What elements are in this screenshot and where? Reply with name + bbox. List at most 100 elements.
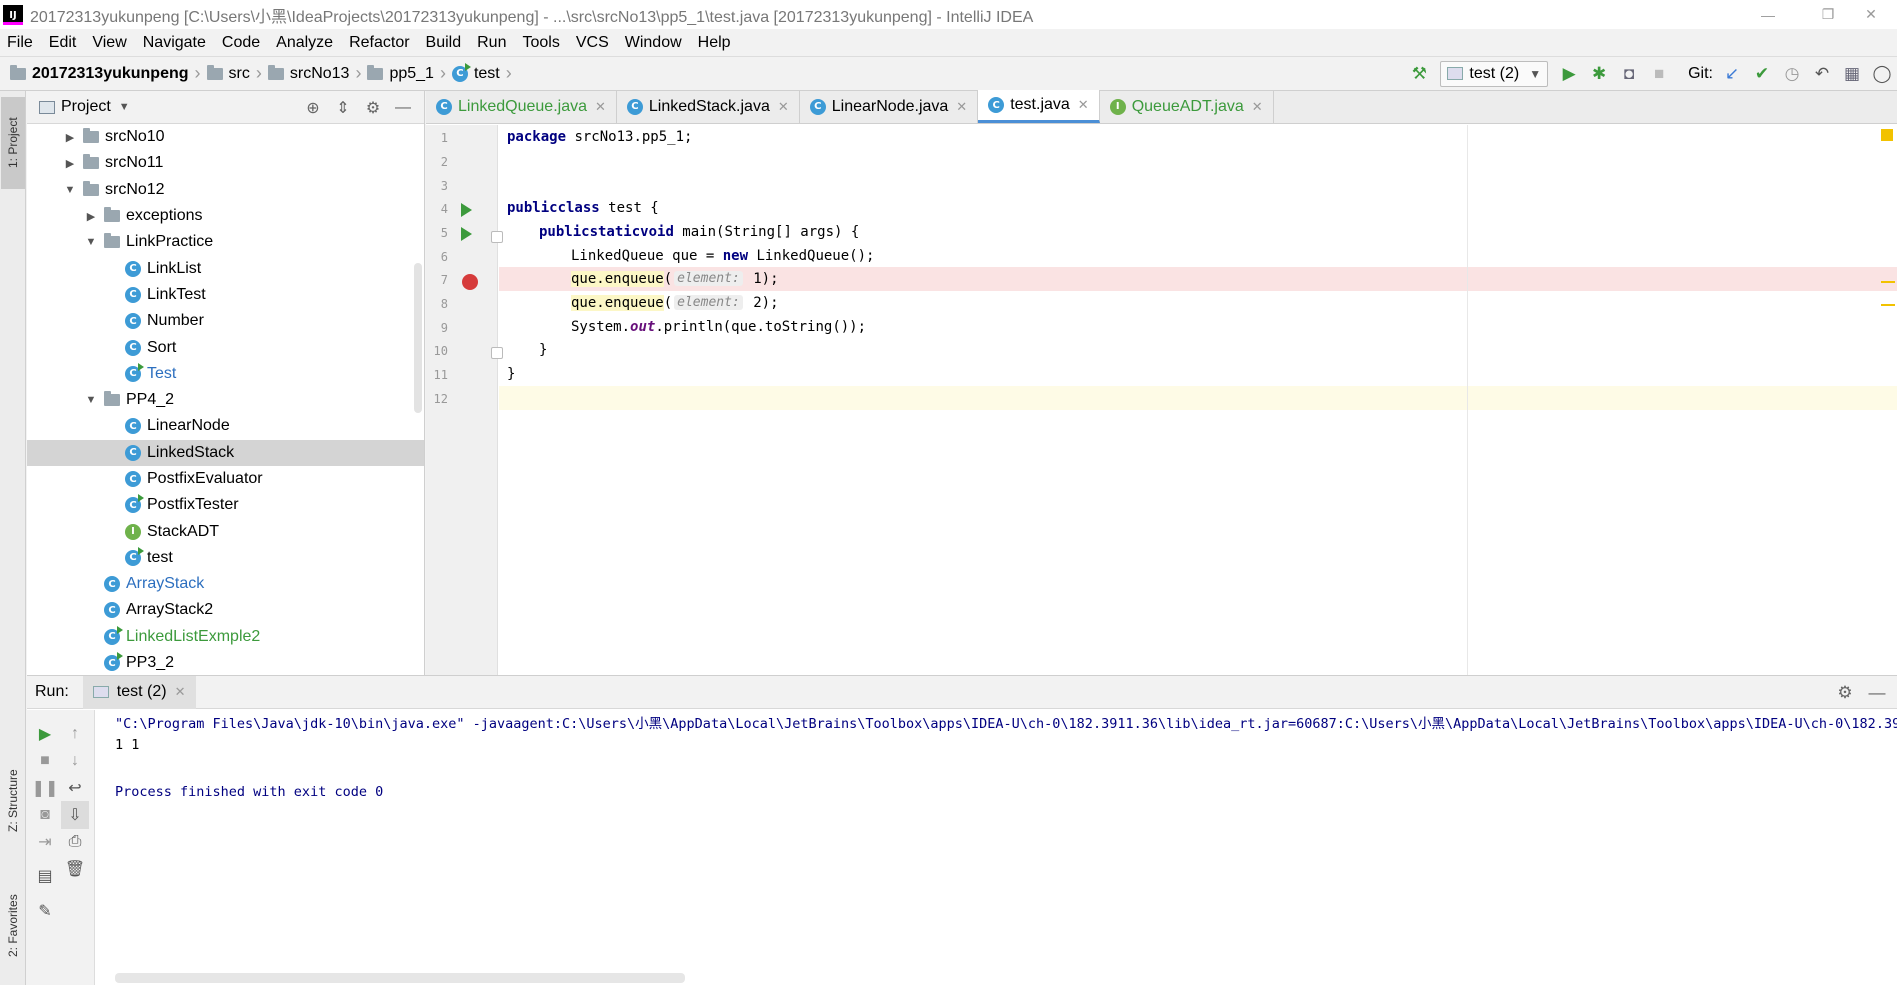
tree-item-sort[interactable]: C Sort xyxy=(27,334,424,360)
tree-item-srcno11[interactable]: ▶ srcNo11 xyxy=(27,150,424,176)
gear-icon[interactable]: ⚙ xyxy=(1829,683,1861,703)
exit-icon[interactable]: ⇥ xyxy=(31,828,59,856)
project-panel-title[interactable]: Project xyxy=(61,98,111,116)
editor-tab-test-java[interactable]: Ctest.java ✕ xyxy=(978,90,1100,123)
close-icon[interactable]: ✕ xyxy=(595,99,606,115)
debug-bug-icon[interactable]: ✱ xyxy=(1584,59,1614,89)
tree-item-postfixevaluator[interactable]: C PostfixEvaluator xyxy=(27,466,424,492)
menu-refactor[interactable]: Refactor xyxy=(341,34,417,52)
project-structure-icon[interactable]: ▦ xyxy=(1837,59,1867,89)
collapse-all-icon[interactable]: ⇕ xyxy=(328,98,358,118)
menu-vcs[interactable]: VCS xyxy=(568,34,617,52)
git-commit-icon[interactable]: ✔ xyxy=(1747,59,1777,89)
locate-file-icon[interactable]: ⊕ xyxy=(298,98,328,118)
breadcrumb-test[interactable]: C test xyxy=(448,62,504,83)
chevron-right-icon[interactable]: ▶ xyxy=(61,131,79,144)
chevron-down-icon[interactable]: ▼ xyxy=(82,236,100,248)
close-icon[interactable]: ✕ xyxy=(175,684,186,700)
chevron-right-icon[interactable]: ▶ xyxy=(61,157,79,170)
chevron-right-icon[interactable]: ▶ xyxy=(82,210,100,223)
search-everywhere-icon[interactable]: ◯ xyxy=(1867,59,1897,89)
scroll-to-end-icon[interactable]: ⇩ xyxy=(61,801,89,829)
menu-code[interactable]: Code xyxy=(214,34,268,52)
breadcrumb-project[interactable]: 20172313yukunpeng xyxy=(0,64,193,83)
layout-icon[interactable]: ▤ xyxy=(31,862,59,890)
tree-item-exceptions[interactable]: ▶ exceptions xyxy=(27,203,424,229)
breadcrumb-srcno13[interactable]: srcNo13 xyxy=(264,64,354,83)
close-icon[interactable]: ✕ xyxy=(956,99,967,115)
menu-file[interactable]: File xyxy=(0,34,41,52)
git-history-icon[interactable]: ◷ xyxy=(1777,59,1807,89)
run-with-coverage-icon[interactable]: ◘ xyxy=(1614,59,1644,89)
tree-item-linktest[interactable]: C LinkTest xyxy=(27,282,424,308)
hide-panel-icon[interactable]: — xyxy=(1861,683,1893,703)
git-update-icon[interactable]: ↙ xyxy=(1717,59,1747,89)
up-arrow-icon[interactable]: ↑ xyxy=(61,720,89,748)
hide-panel-icon[interactable]: — xyxy=(388,99,418,117)
close-icon[interactable]: ✕ xyxy=(778,99,789,115)
minimize-button[interactable]: — xyxy=(1740,0,1796,29)
tree-item-stackadt[interactable]: I StackADT xyxy=(27,518,424,544)
project-tree-scrollbar[interactable] xyxy=(414,263,422,413)
chevron-down-icon[interactable]: ▼ xyxy=(61,184,79,196)
close-icon[interactable]: ✕ xyxy=(1078,97,1089,113)
run-gutter-icon[interactable] xyxy=(461,227,472,241)
tree-item-linkpractice[interactable]: ▼ LinkPractice xyxy=(27,229,424,255)
tree-item-postfixtester[interactable]: C PostfixTester xyxy=(27,492,424,518)
stop-icon[interactable]: ■ xyxy=(1644,59,1674,89)
tree-item-arraystack[interactable]: C ArrayStack xyxy=(27,571,424,597)
tree-item-srcno10[interactable]: ▶ srcNo10 xyxy=(27,124,424,150)
gear-icon[interactable]: ⚙ xyxy=(358,98,388,118)
tree-item-srcno12[interactable]: ▼ srcNo12 xyxy=(27,177,424,203)
close-icon[interactable]: ✕ xyxy=(1252,99,1263,115)
tree-item-linklist[interactable]: C LinkList xyxy=(27,255,424,281)
breadcrumb-pp5-1[interactable]: pp5_1 xyxy=(363,64,438,83)
run-configuration-select[interactable]: test (2) ▼ xyxy=(1440,60,1549,87)
menu-navigate[interactable]: Navigate xyxy=(135,34,214,52)
breakpoint-icon[interactable] xyxy=(462,274,478,290)
warning-marker[interactable] xyxy=(1881,281,1895,283)
pin-icon[interactable]: ✎ xyxy=(31,897,59,925)
run-icon[interactable]: ▶ xyxy=(1554,59,1584,89)
editor-tab-queueadt-java[interactable]: I QueueADT.java ✕ xyxy=(1100,90,1274,123)
menu-help[interactable]: Help xyxy=(690,34,739,52)
rerun-icon[interactable]: ▶ xyxy=(31,720,59,748)
git-revert-icon[interactable]: ↶ xyxy=(1807,59,1837,89)
build-hammer-icon[interactable]: ⚒ xyxy=(1404,59,1434,89)
tree-item-arraystack2[interactable]: C ArrayStack2 xyxy=(27,597,424,623)
editor-tab-linearnode-java[interactable]: C LinearNode.java ✕ xyxy=(800,90,979,123)
structure-tool-tab[interactable]: Z: Structure xyxy=(1,751,25,851)
chevron-down-icon[interactable]: ▼ xyxy=(119,101,130,113)
stop-icon[interactable]: ■ xyxy=(31,747,59,775)
trash-icon[interactable]: 🗑 xyxy=(61,855,89,883)
tree-item-pp3-2[interactable]: C PP3_2 xyxy=(27,650,424,675)
tree-item-test[interactable]: C Test xyxy=(27,361,424,387)
close-window-button[interactable]: ✕ xyxy=(1845,0,1897,29)
run-gutter-icon[interactable] xyxy=(461,203,472,217)
menu-build[interactable]: Build xyxy=(418,34,470,52)
warning-marker[interactable] xyxy=(1881,304,1895,306)
favorites-tool-tab[interactable]: 2: Favorites xyxy=(1,876,25,976)
console-horizontal-scrollbar[interactable] xyxy=(115,973,685,983)
tree-item-linkedstack[interactable]: C LinkedStack xyxy=(27,439,424,466)
camera-icon[interactable]: ◙ xyxy=(31,801,59,829)
breadcrumb-src[interactable]: src xyxy=(203,64,254,83)
soft-wrap-icon[interactable]: ↩ xyxy=(61,774,89,802)
tree-item-test[interactable]: Ctest xyxy=(27,545,424,571)
print-icon[interactable]: ⎙ xyxy=(61,828,89,856)
tree-item-pp4-2[interactable]: ▼ PP4_2 xyxy=(27,387,424,413)
code-editor[interactable]: package srcNo13.pp5_1; public class test… xyxy=(499,125,1897,675)
menu-run[interactable]: Run xyxy=(469,34,514,52)
tree-item-number[interactable]: C Number xyxy=(27,308,424,334)
menu-edit[interactable]: Edit xyxy=(41,34,85,52)
menu-window[interactable]: Window xyxy=(617,34,690,52)
tree-item-linkedlistexmple2[interactable]: C LinkedListExmple2 xyxy=(27,624,424,650)
tree-item-linearnode[interactable]: C LinearNode xyxy=(27,413,424,439)
down-arrow-icon[interactable]: ↓ xyxy=(61,747,89,775)
menu-view[interactable]: View xyxy=(84,34,134,52)
editor-tab-linkedqueue-java[interactable]: C LinkedQueue.java ✕ xyxy=(426,90,617,123)
chevron-down-icon[interactable]: ▼ xyxy=(82,394,100,406)
warning-status-icon[interactable] xyxy=(1881,129,1893,141)
console-output[interactable]: "C:\Program Files\Java\jdk-10\bin\java.e… xyxy=(115,710,1897,985)
editor-tab-linkedstack-java[interactable]: C LinkedStack.java ✕ xyxy=(617,90,800,123)
